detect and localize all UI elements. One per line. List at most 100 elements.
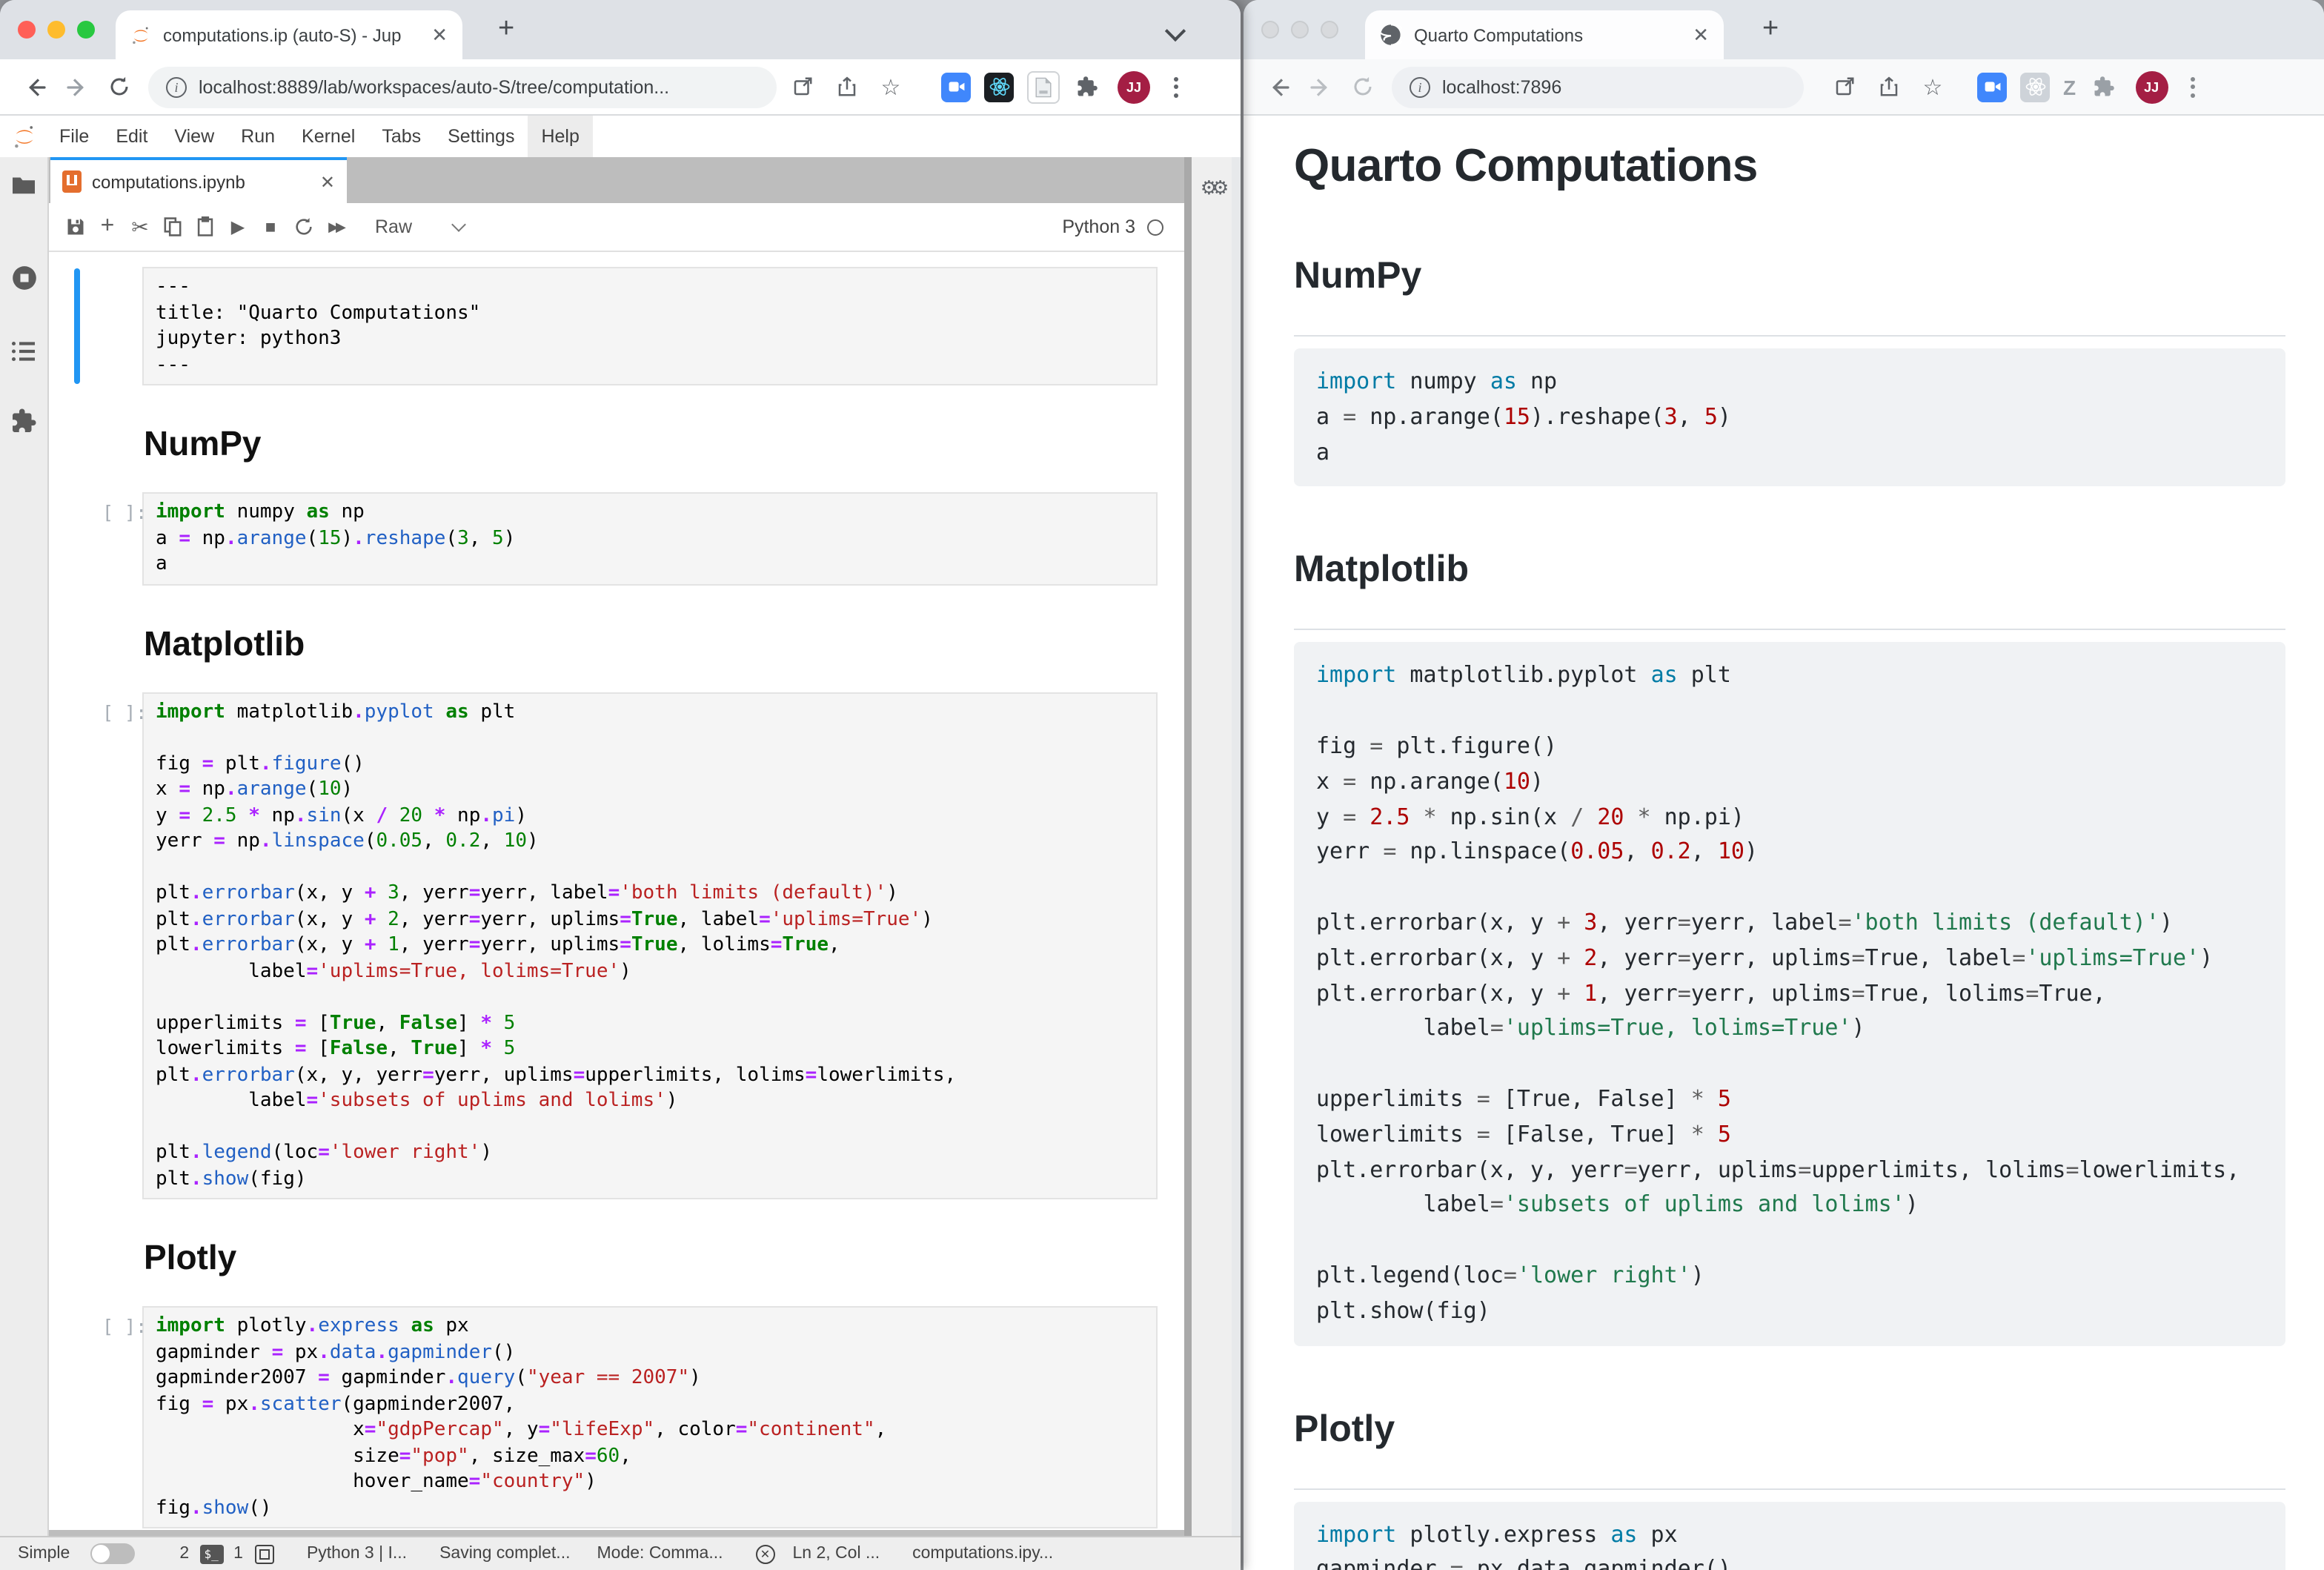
- left-tab-strip: computations.ip (auto-S) - Jup ✕ +: [0, 0, 1241, 59]
- zoom-extension-icon[interactable]: [941, 72, 971, 102]
- right-tab-strip: Quarto Computations ✕ +: [1244, 0, 2324, 59]
- quarto-browser-window: Quarto Computations ✕ + i localhost:7896: [1244, 0, 2324, 1570]
- tab-search-chevron-icon[interactable]: [1168, 19, 1186, 37]
- property-inspector-gear-icon[interactable]: ⚙⚙: [1201, 181, 1224, 196]
- markdown-cell-heading[interactable]: Matplotlib: [144, 623, 1158, 663]
- zoom-window-button[interactable]: [1321, 21, 1338, 39]
- cell-editor[interactable]: import numpy as npa = np.arange(15).resh…: [142, 492, 1158, 585]
- extensions-group: JJ: [928, 66, 1186, 107]
- docs-extension-icon[interactable]: [1027, 70, 1060, 103]
- menu-file[interactable]: File: [46, 116, 102, 157]
- cell-prompt: [ ]:: [102, 1314, 147, 1339]
- markdown-cell-heading[interactable]: NumPy: [144, 424, 1158, 464]
- file-browser-icon[interactable]: [10, 172, 37, 199]
- address-bar[interactable]: i localhost:8889/lab/workspaces/auto-S/t…: [148, 66, 777, 107]
- code-cell[interactable]: [ ]:import numpy as npa = np.arange(15).…: [49, 492, 1184, 585]
- command-mode-text[interactable]: Mode: Comma...: [597, 1545, 723, 1563]
- close-window-button[interactable]: [18, 21, 36, 39]
- heading-rule: [1294, 1488, 2285, 1489]
- site-info-icon[interactable]: i: [166, 76, 187, 97]
- raw-cell[interactable]: ---title: "Quarto Computations"jupyter: …: [49, 267, 1184, 385]
- traffic-lights[interactable]: [18, 21, 95, 39]
- forward-icon[interactable]: [1300, 66, 1341, 107]
- menu-run[interactable]: Run: [228, 116, 288, 157]
- running-kernels-icon[interactable]: [10, 264, 38, 292]
- back-icon[interactable]: [15, 66, 56, 107]
- menu-edit[interactable]: Edit: [102, 116, 161, 157]
- notebook-tab[interactable]: computations.ipynb ✕: [50, 157, 347, 203]
- address-bar[interactable]: i localhost:7896: [1392, 66, 1804, 107]
- notebook-cells-area[interactable]: ---title: "Quarto Computations"jupyter: …: [49, 252, 1184, 1530]
- cut-cells-button[interactable]: ✂: [129, 215, 151, 239]
- site-info-icon[interactable]: i: [1410, 76, 1430, 97]
- save-button[interactable]: [64, 215, 86, 239]
- copy-cells-button[interactable]: [162, 215, 184, 239]
- cell-editor[interactable]: import plotly.express as pxgapminder = p…: [142, 1306, 1158, 1528]
- new-tab-button[interactable]: +: [1762, 15, 1779, 44]
- window-edge-strip: [1232, 157, 1241, 1536]
- share-icon[interactable]: [827, 66, 866, 107]
- zoom-extension-icon[interactable]: [1977, 72, 2007, 102]
- browser-menu-icon[interactable]: [2182, 76, 2203, 97]
- stop-kernel-button[interactable]: ■: [259, 215, 282, 239]
- react-devtools-icon[interactable]: [2020, 72, 2050, 102]
- minimize-window-button[interactable]: [1291, 21, 1309, 39]
- browser-menu-icon[interactable]: [1165, 76, 1186, 97]
- browser-tab-quarto[interactable]: Quarto Computations ✕: [1365, 10, 1724, 59]
- close-tab-icon[interactable]: ✕: [431, 23, 448, 47]
- cell-type-dropdown[interactable]: Raw: [375, 216, 464, 237]
- kernel-indicator[interactable]: Python 3: [1062, 216, 1169, 237]
- menu-kernel[interactable]: Kernel: [288, 116, 368, 157]
- zoom-window-button[interactable]: [77, 21, 95, 39]
- restart-kernel-button[interactable]: [292, 215, 314, 239]
- code-cell[interactable]: [ ]:import matplotlib.pyplot as plt fig …: [49, 692, 1184, 1199]
- kernel-status-text[interactable]: Python 3 | I...: [307, 1545, 407, 1563]
- panel-divider[interactable]: [1184, 157, 1192, 1536]
- cell-editor[interactable]: ---title: "Quarto Computations"jupyter: …: [142, 267, 1158, 385]
- paste-cells-button[interactable]: [194, 215, 216, 239]
- close-tab-icon[interactable]: ✕: [1693, 23, 1709, 47]
- new-tab-button[interactable]: +: [498, 15, 514, 44]
- extensions-puzzle-icon[interactable]: [2085, 66, 2123, 107]
- bookmark-star-icon[interactable]: ☆: [1913, 66, 1952, 107]
- profile-avatar[interactable]: JJ: [2135, 70, 2168, 103]
- extension-manager-icon[interactable]: [10, 408, 37, 434]
- profile-avatar[interactable]: JJ: [1118, 70, 1150, 103]
- extensions-puzzle-icon[interactable]: [1067, 66, 1106, 107]
- run-cell-button[interactable]: ▶: [227, 215, 249, 239]
- restart-run-all-button[interactable]: ▶▶: [325, 215, 347, 239]
- menu-tabs[interactable]: Tabs: [368, 116, 434, 157]
- section-heading: NumPy: [1294, 255, 2285, 298]
- share-icon[interactable]: [1869, 66, 1908, 107]
- code-cell[interactable]: [ ]:import plotly.express as pxgapminder…: [49, 1306, 1184, 1528]
- active-cell-indicator: [74, 494, 80, 583]
- close-notebook-tab-icon[interactable]: ✕: [320, 171, 335, 192]
- open-in-new-icon[interactable]: [783, 66, 821, 107]
- bookmark-star-icon[interactable]: ☆: [872, 66, 910, 107]
- notifications-icon[interactable]: ✕: [756, 1544, 775, 1563]
- browser-tab-jupyterlab[interactable]: computations.ip (auto-S) - Jup ✕: [116, 10, 462, 59]
- open-in-new-icon[interactable]: [1825, 66, 1863, 107]
- back-icon[interactable]: [1258, 66, 1300, 107]
- simple-mode-toggle[interactable]: [90, 1543, 135, 1564]
- cell-editor[interactable]: import matplotlib.pyplot as plt fig = pl…: [142, 692, 1158, 1199]
- menu-view[interactable]: View: [161, 116, 228, 157]
- table-of-contents-icon[interactable]: [10, 339, 37, 363]
- kernel-count: 1: [233, 1545, 243, 1563]
- reload-icon[interactable]: [1341, 66, 1383, 107]
- cell-prompt: [ ]:: [102, 699, 147, 724]
- z-extension-icon[interactable]: Z: [2063, 75, 2076, 99]
- globe-favicon: [1380, 24, 1402, 46]
- menu-settings[interactable]: Settings: [434, 116, 528, 157]
- markdown-cell-heading[interactable]: Plotly: [144, 1238, 1158, 1278]
- terminal-icon: $_: [199, 1544, 223, 1563]
- forward-icon[interactable]: [56, 66, 98, 107]
- insert-cell-button[interactable]: +: [96, 215, 119, 239]
- react-devtools-icon[interactable]: [984, 72, 1014, 102]
- close-window-button[interactable]: [1261, 21, 1279, 39]
- reload-icon[interactable]: [98, 66, 139, 107]
- menu-help[interactable]: Help: [528, 116, 592, 157]
- minimize-window-button[interactable]: [47, 21, 65, 39]
- cursor-position-text[interactable]: Ln 2, Col ...: [793, 1545, 880, 1563]
- traffic-lights-inactive[interactable]: [1261, 21, 1338, 39]
